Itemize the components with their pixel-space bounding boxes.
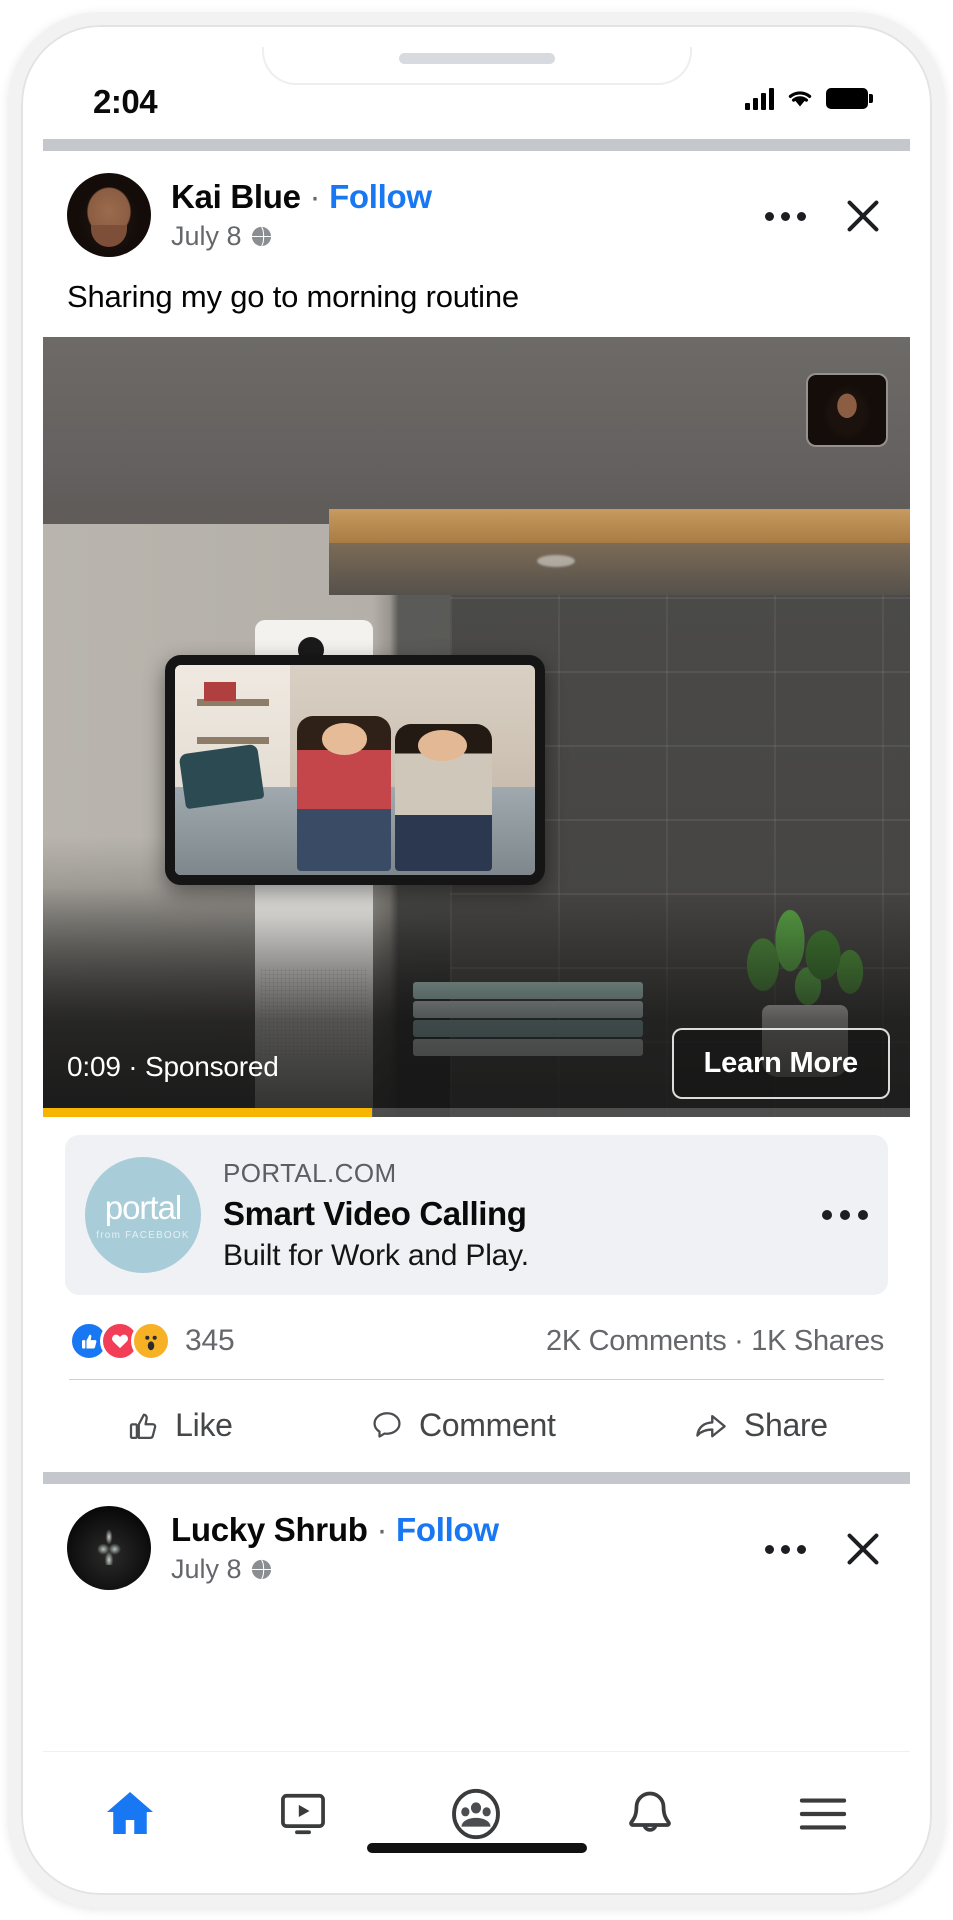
call-scene-person-right bbox=[394, 724, 492, 872]
avatar[interactable] bbox=[67, 173, 151, 257]
share-button-label: Share bbox=[743, 1406, 828, 1443]
link-card-more-options-icon[interactable] bbox=[810, 1210, 868, 1221]
author-separator: · bbox=[367, 1511, 397, 1549]
picture-in-picture-thumbnail[interactable] bbox=[806, 373, 888, 448]
engagement-row: 345 2K Comments · 1K Shares bbox=[43, 1295, 910, 1379]
video-portal-device bbox=[165, 655, 545, 886]
speaker-grille-icon bbox=[398, 53, 555, 64]
post-date: July 8 bbox=[171, 220, 242, 251]
watch-video-icon bbox=[281, 1793, 326, 1834]
post-header-actions bbox=[757, 193, 886, 239]
like-button[interactable]: Like bbox=[113, 1401, 245, 1450]
more-options-icon[interactable] bbox=[757, 204, 814, 229]
avatar[interactable] bbox=[67, 1506, 151, 1591]
call-scene-shelf-lower bbox=[196, 736, 269, 744]
bottom-tab-bar bbox=[43, 1751, 910, 1875]
portal-logo-icon: portal from FACEBOOK bbox=[85, 1157, 201, 1274]
wow-reaction-icon bbox=[131, 1321, 171, 1362]
reaction-pile bbox=[69, 1321, 171, 1362]
wifi-icon bbox=[788, 91, 812, 107]
status-bar-indicators bbox=[745, 87, 873, 110]
link-card-subtitle: Built for Work and Play. bbox=[223, 1238, 529, 1272]
like-button-label: Like bbox=[175, 1406, 233, 1443]
post-author-name[interactable]: Kai Blue bbox=[171, 178, 301, 215]
sponsored-link-card[interactable]: portal from FACEBOOK PORTAL.COM Smart Vi… bbox=[65, 1135, 888, 1296]
video-progress-fill bbox=[43, 1108, 373, 1118]
learn-more-button[interactable]: Learn More bbox=[671, 1028, 890, 1100]
close-icon[interactable] bbox=[840, 1526, 886, 1572]
feed-post-kai-blue: Kai Blue · Follow July 8 Sharing my go t… bbox=[43, 151, 910, 1473]
globe-public-icon bbox=[251, 226, 271, 247]
portal-logo-subtext: from FACEBOOK bbox=[96, 1230, 190, 1242]
close-icon[interactable] bbox=[840, 193, 886, 239]
tab-home[interactable] bbox=[70, 1773, 190, 1855]
more-options-icon[interactable] bbox=[757, 1537, 814, 1562]
tab-menu[interactable] bbox=[763, 1773, 883, 1855]
call-scene-person-left bbox=[297, 715, 391, 872]
call-scene-cushion bbox=[178, 744, 265, 810]
phone-frame: 2:04 Kai Blue · Follow July 8 Sharing my… bbox=[8, 12, 945, 1908]
status-bar: 2:04 bbox=[43, 47, 910, 139]
reaction-summary[interactable]: 345 bbox=[69, 1321, 235, 1362]
phone-screen: 2:04 Kai Blue · Follow July 8 Sharing my… bbox=[43, 47, 910, 1875]
follow-button[interactable]: Follow bbox=[329, 178, 432, 215]
post-header: Lucky Shrub · Follow July 8 bbox=[43, 1484, 910, 1598]
news-feed[interactable]: Kai Blue · Follow July 8 Sharing my go t… bbox=[43, 139, 910, 1751]
comment-bubble-icon bbox=[373, 1412, 401, 1438]
video-cabinet bbox=[329, 509, 910, 544]
portal-logo-text: portal bbox=[104, 1189, 183, 1227]
feed-separator bbox=[43, 139, 910, 151]
link-card-title: Smart Video Calling bbox=[223, 1194, 527, 1232]
comments-shares-count[interactable]: 2K Comments · 1K Shares bbox=[546, 1325, 884, 1358]
share-arrow-icon bbox=[696, 1415, 726, 1438]
reaction-count: 345 bbox=[185, 1324, 235, 1358]
post-video-player[interactable]: 0:09 · Sponsored Learn More bbox=[43, 337, 910, 1118]
comment-button-label: Comment bbox=[418, 1406, 556, 1443]
hamburger-menu-icon bbox=[800, 1797, 847, 1830]
groups-icon bbox=[452, 1788, 501, 1839]
call-scene-book bbox=[203, 682, 237, 701]
cellular-signal-icon bbox=[745, 87, 774, 110]
video-cabinet-underside bbox=[329, 543, 910, 596]
tab-notifications[interactable] bbox=[590, 1773, 710, 1855]
follow-button[interactable]: Follow bbox=[396, 1511, 499, 1548]
video-device-screen bbox=[175, 665, 535, 876]
post-header: Kai Blue · Follow July 8 bbox=[43, 151, 910, 265]
notch bbox=[261, 47, 692, 85]
post-body-text: Sharing my go to morning routine bbox=[67, 279, 519, 314]
post-header-actions bbox=[757, 1526, 886, 1572]
share-button[interactable]: Share bbox=[680, 1400, 840, 1450]
globe-public-icon bbox=[251, 1559, 271, 1580]
post-author-name[interactable]: Lucky Shrub bbox=[171, 1511, 368, 1548]
post-date: July 8 bbox=[171, 1554, 242, 1585]
link-card-domain: PORTAL.COM bbox=[223, 1157, 397, 1188]
feed-separator bbox=[43, 1472, 910, 1485]
battery-full-icon bbox=[826, 88, 873, 109]
thumbs-up-icon bbox=[130, 1413, 157, 1440]
link-card-info: PORTAL.COM Smart Video Calling Built for… bbox=[223, 1158, 810, 1273]
home-icon bbox=[106, 1791, 153, 1834]
video-meta-label: 0:09 · Sponsored bbox=[67, 1051, 279, 1083]
home-indicator bbox=[366, 1843, 587, 1853]
feed-post-lucky-shrub: Lucky Shrub · Follow July 8 bbox=[43, 1484, 910, 1599]
status-bar-time: 2:04 bbox=[93, 83, 158, 120]
video-progress-track[interactable] bbox=[43, 1108, 910, 1118]
author-separator: · bbox=[300, 178, 330, 216]
post-action-bar: Like Comment Share bbox=[43, 1380, 910, 1472]
tab-watch[interactable] bbox=[243, 1773, 363, 1855]
comment-button[interactable]: Comment bbox=[357, 1401, 568, 1450]
bell-icon bbox=[629, 1791, 671, 1832]
